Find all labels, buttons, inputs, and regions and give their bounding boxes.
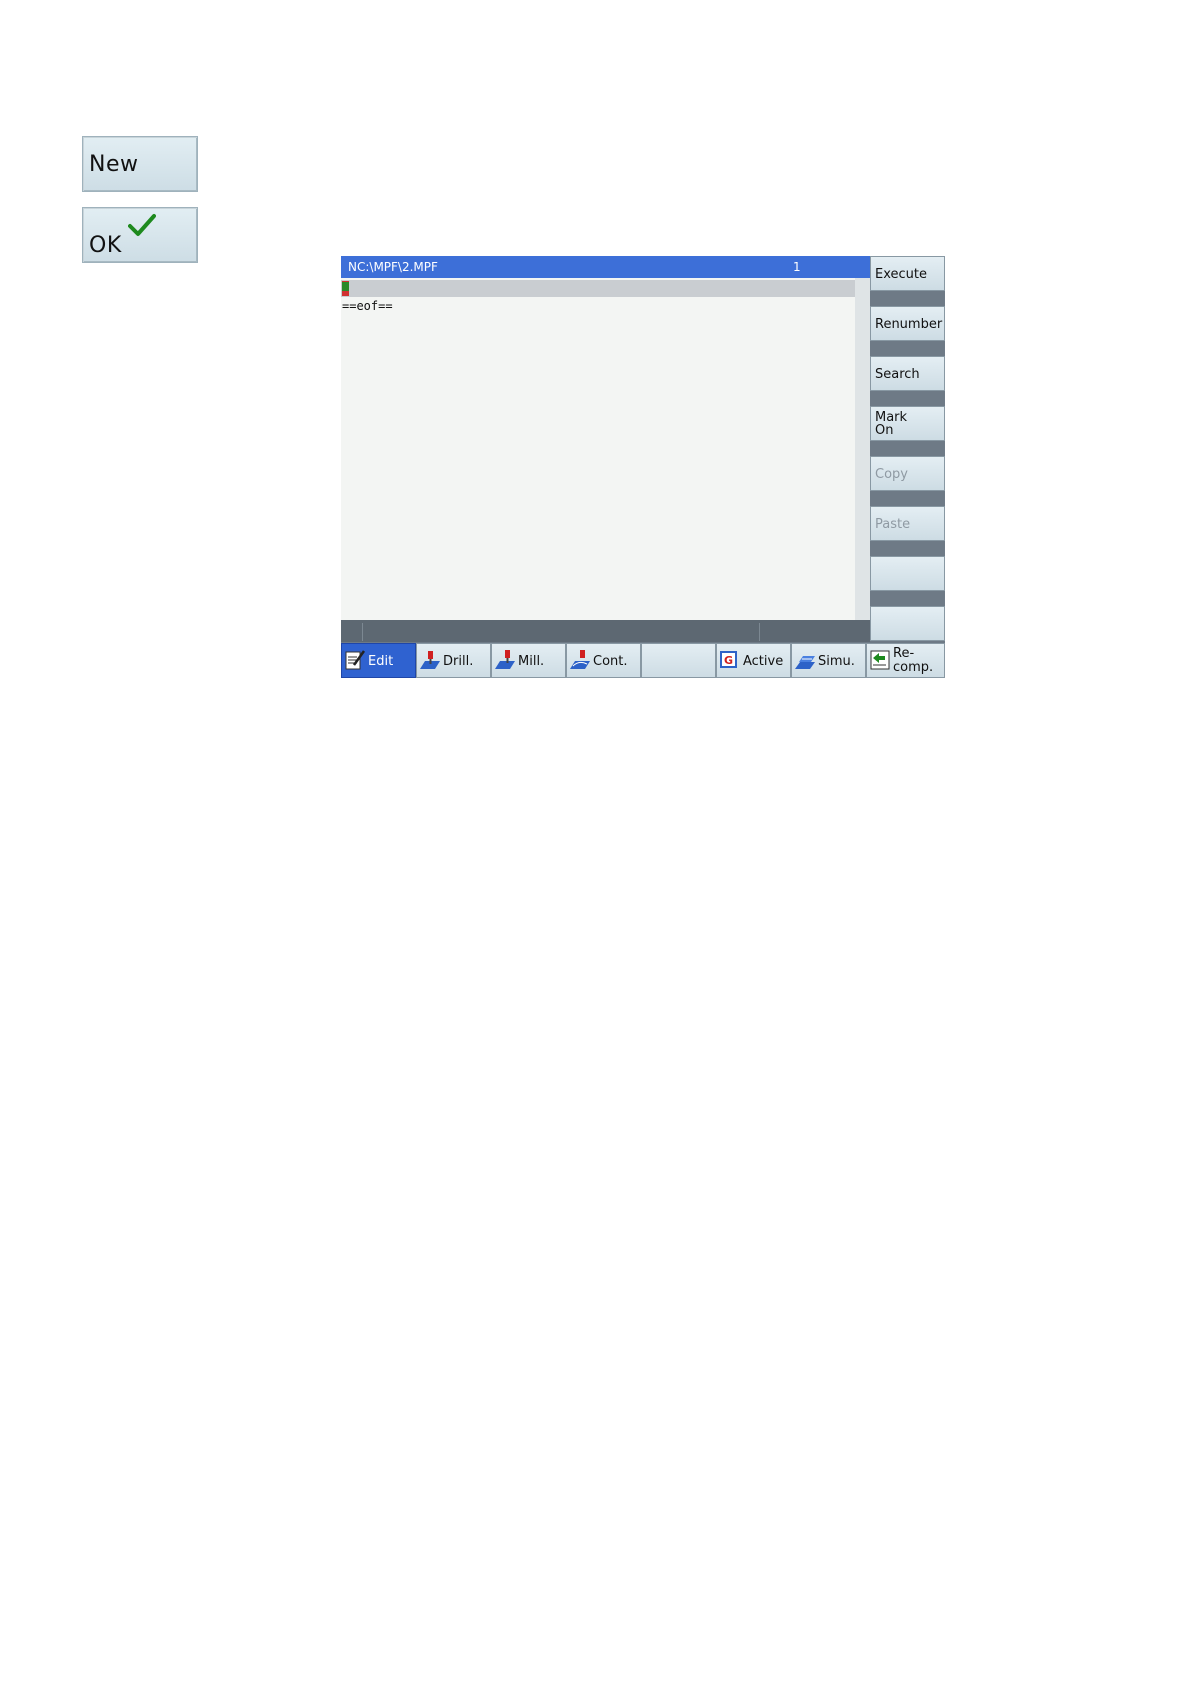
softkey-empty-8[interactable] bbox=[870, 606, 945, 641]
softkey-empty-7[interactable] bbox=[870, 556, 945, 591]
softkey-empty-h5[interactable] bbox=[641, 643, 716, 678]
drill-icon bbox=[420, 651, 440, 669]
edit-icon bbox=[345, 650, 366, 670]
g-code-icon: G bbox=[720, 651, 737, 668]
softkey-mark-on-label-line2: On bbox=[875, 423, 894, 438]
softkey-recompile[interactable]: Re- comp. bbox=[866, 643, 945, 678]
contour-icon bbox=[570, 650, 590, 669]
file-path: NC:\MPF\2.MPF bbox=[348, 260, 438, 274]
softkey-copy[interactable]: Copy bbox=[870, 456, 945, 491]
editor-title-bar: NC:\MPF\2.MPF 1 bbox=[341, 256, 870, 278]
program-editor[interactable]: ==eof== bbox=[341, 278, 870, 620]
softkey-mark-on[interactable]: Mark On bbox=[870, 406, 945, 441]
softkey-execute[interactable]: Execute bbox=[870, 256, 945, 291]
softkey-renumber[interactable]: Renumber bbox=[870, 306, 945, 341]
softkey-execute-label: Execute bbox=[875, 267, 927, 282]
checkmark-icon bbox=[128, 214, 156, 236]
softkey-simulation[interactable]: Simu. bbox=[791, 643, 866, 678]
simulation-icon bbox=[795, 656, 815, 669]
softkey-drill-label: Drill. bbox=[443, 654, 474, 669]
end-of-file-marker: ==eof== bbox=[342, 299, 393, 313]
softkey-contour-label: Cont. bbox=[593, 654, 628, 669]
softkey-paste[interactable]: Paste bbox=[870, 506, 945, 541]
vertical-scrollbar[interactable] bbox=[855, 278, 870, 620]
new-key[interactable]: New bbox=[82, 136, 198, 192]
softkey-paste-label: Paste bbox=[875, 517, 911, 532]
recompile-icon bbox=[870, 650, 890, 670]
softkey-edit[interactable]: Edit bbox=[341, 643, 416, 678]
softkey-search[interactable]: Search bbox=[870, 356, 945, 391]
cnc-screen: NC:\MPF\2.MPF 1 ==eof== Execute Renumber… bbox=[341, 256, 945, 678]
softkey-simulation-label: Simu. bbox=[818, 654, 855, 669]
softkey-recompile-label-line2: comp. bbox=[893, 660, 934, 675]
softkey-mark-on-label-line1: Mark bbox=[875, 410, 908, 425]
svg-text:G: G bbox=[724, 654, 733, 667]
mill-icon bbox=[495, 650, 515, 669]
softkey-mill-label: Mill. bbox=[518, 654, 545, 669]
ok-key[interactable]: OK bbox=[82, 207, 198, 263]
line-number: 1 bbox=[793, 260, 801, 274]
softkey-copy-label: Copy bbox=[875, 467, 908, 482]
new-key-label: New bbox=[89, 152, 139, 177]
softkey-renumber-label: Renumber bbox=[875, 317, 943, 332]
cursor-line[interactable] bbox=[341, 280, 855, 297]
softkey-search-label: Search bbox=[875, 367, 920, 382]
softkey-contour[interactable]: Cont. bbox=[566, 643, 641, 678]
ok-key-label: OK bbox=[89, 233, 122, 258]
softkey-active-label: Active bbox=[743, 654, 784, 669]
softkey-mill[interactable]: Mill. bbox=[491, 643, 566, 678]
softkey-drill[interactable]: Drill. bbox=[416, 643, 491, 678]
softkey-recompile-label-line1: Re- bbox=[893, 646, 915, 661]
softkey-active[interactable]: G Active bbox=[716, 643, 791, 678]
softkey-edit-label: Edit bbox=[368, 654, 394, 669]
line-end-marker-icon bbox=[342, 281, 349, 296]
status-bar bbox=[341, 620, 870, 642]
